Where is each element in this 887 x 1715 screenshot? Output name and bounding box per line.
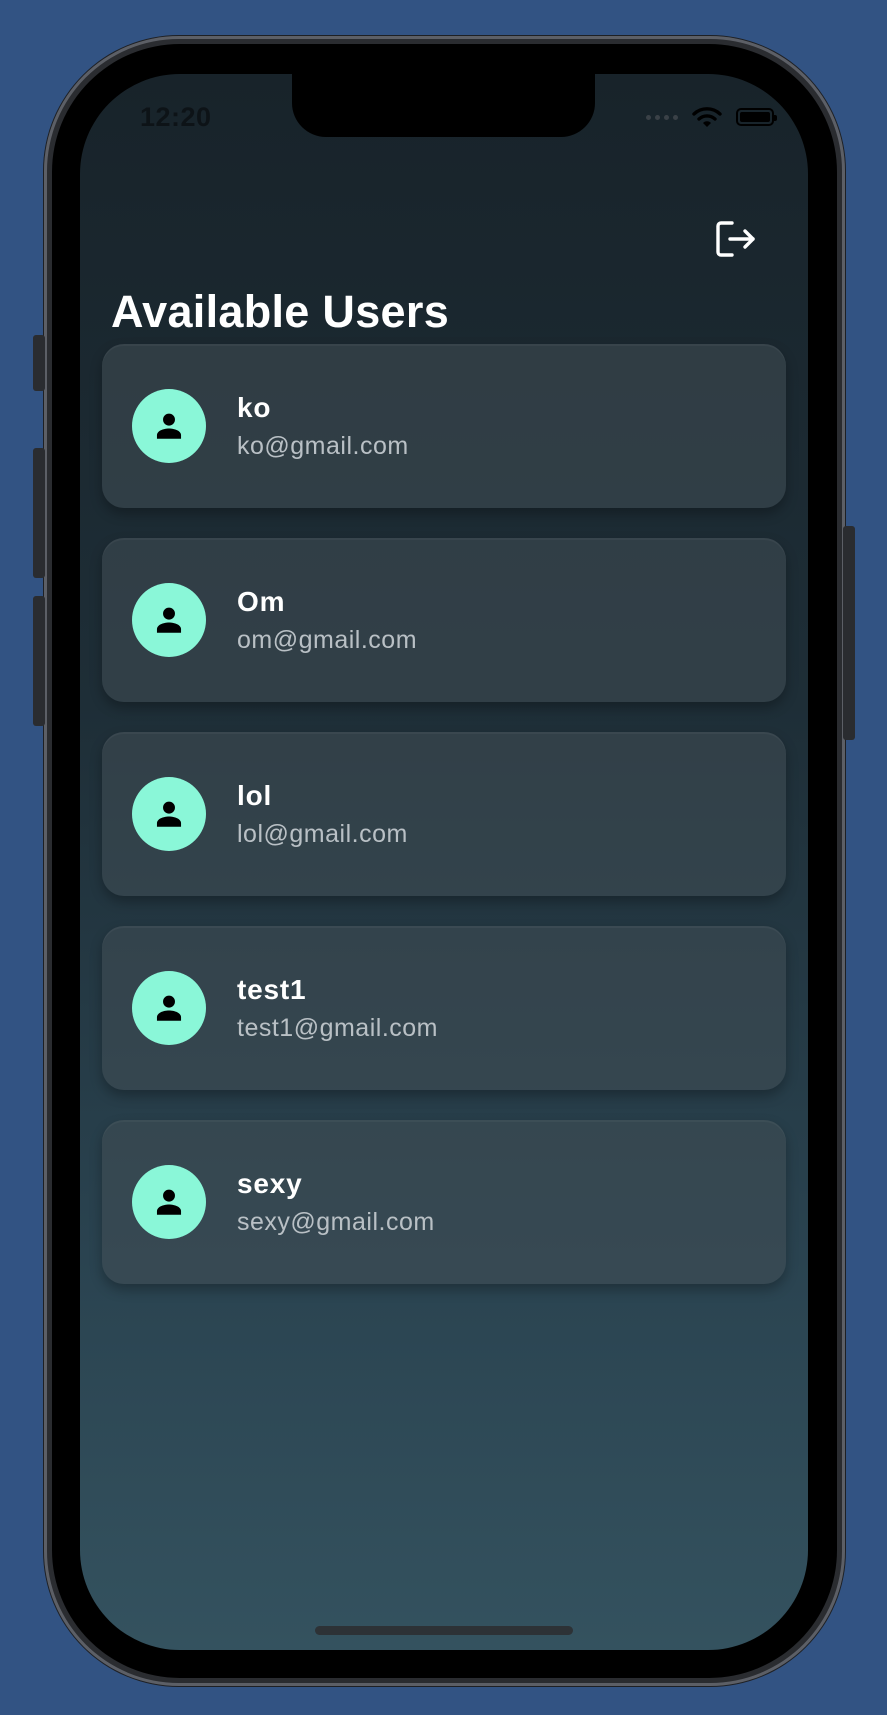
person-icon [156,607,182,633]
logout-button[interactable] [711,214,761,264]
user-card[interactable]: Om om@gmail.com [102,538,786,702]
user-email: test1@gmail.com [237,1014,438,1042]
user-card[interactable]: lol lol@gmail.com [102,732,786,896]
battery-icon [736,108,777,126]
user-card[interactable]: test1 test1@gmail.com [102,926,786,1090]
avatar [132,389,206,463]
avatar [132,777,206,851]
volume-down-button [33,596,45,726]
user-name: lol [237,780,273,811]
power-button [843,526,855,740]
user-name: Om [237,586,286,617]
avatar [132,583,206,657]
notch [292,74,595,137]
person-icon [156,801,182,827]
user-card[interactable]: sexy sexy@gmail.com [102,1120,786,1284]
mute-switch [33,335,45,391]
user-list: ko ko@gmail.com Om om@gmail.com lol lol@… [102,344,786,1314]
user-name: test1 [237,974,307,1005]
avatar [132,1165,206,1239]
person-icon [156,413,182,439]
screen: 12:20 Available Users ko ko@gmail.com Om… [80,74,808,1650]
user-info: Om om@gmail.com [237,585,417,655]
user-name: ko [237,392,272,423]
user-info: sexy sexy@gmail.com [237,1167,435,1237]
user-email: om@gmail.com [237,626,418,654]
wifi-icon [692,107,722,127]
user-info: ko ko@gmail.com [237,391,409,461]
user-card[interactable]: ko ko@gmail.com [102,344,786,508]
cellular-signal-icon [646,114,678,120]
user-email: sexy@gmail.com [237,1208,435,1236]
person-icon [156,995,182,1021]
user-info: test1 test1@gmail.com [237,973,438,1043]
status-time: 12:20 [140,102,212,132]
person-icon [156,1189,182,1215]
page-title: Available Users [111,286,450,337]
status-icons [646,106,777,128]
volume-up-button [33,448,45,578]
user-name: sexy [237,1168,303,1199]
user-email: lol@gmail.com [237,820,408,848]
logout-icon [716,221,755,257]
home-indicator[interactable] [315,1626,573,1635]
user-info: lol lol@gmail.com [237,779,408,849]
avatar [132,971,206,1045]
user-email: ko@gmail.com [237,432,409,460]
